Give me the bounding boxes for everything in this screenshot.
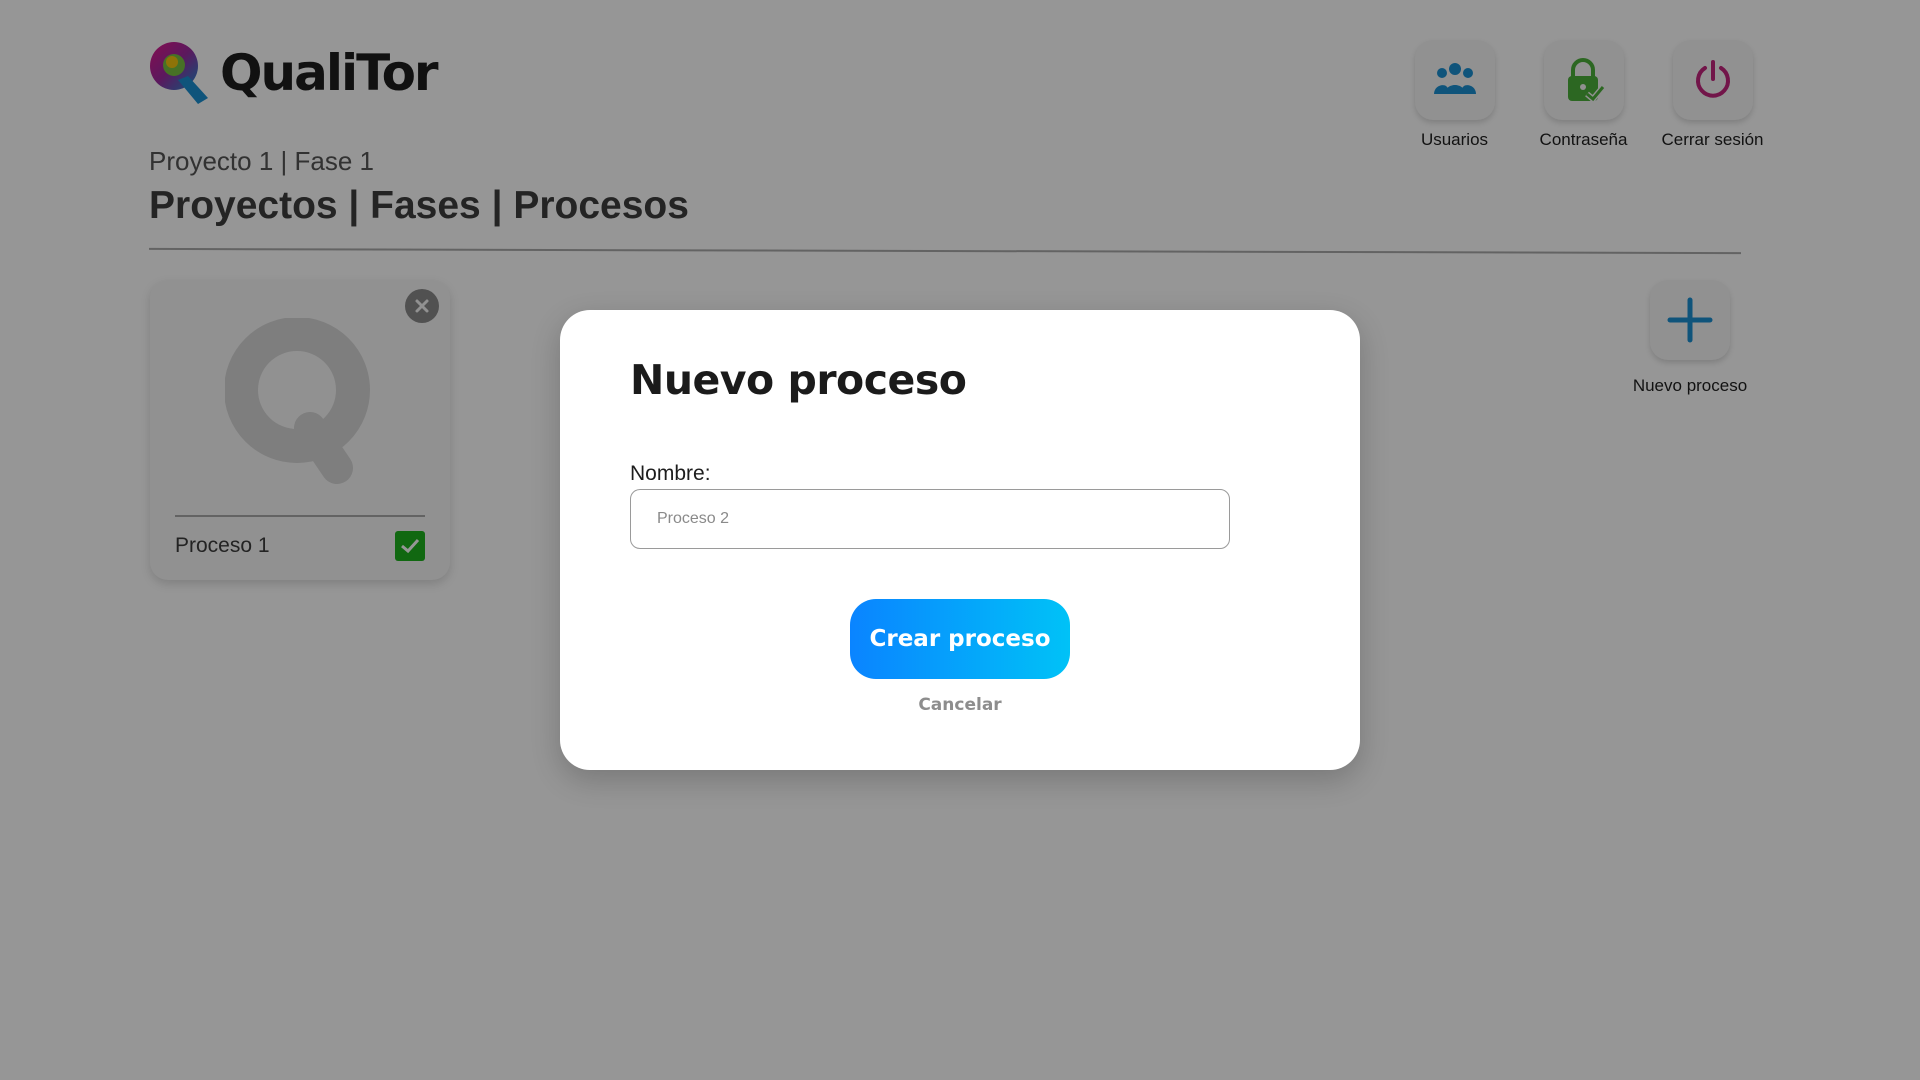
cancel-button[interactable]: Cancelar — [560, 695, 1360, 715]
name-field-label: Nombre: — [630, 462, 711, 485]
new-process-modal: Nuevo proceso Nombre: Crear proceso Canc… — [560, 310, 1360, 770]
process-name-input[interactable] — [630, 489, 1230, 549]
create-process-button[interactable]: Crear proceso — [850, 599, 1070, 679]
modal-title: Nuevo proceso — [630, 356, 967, 404]
